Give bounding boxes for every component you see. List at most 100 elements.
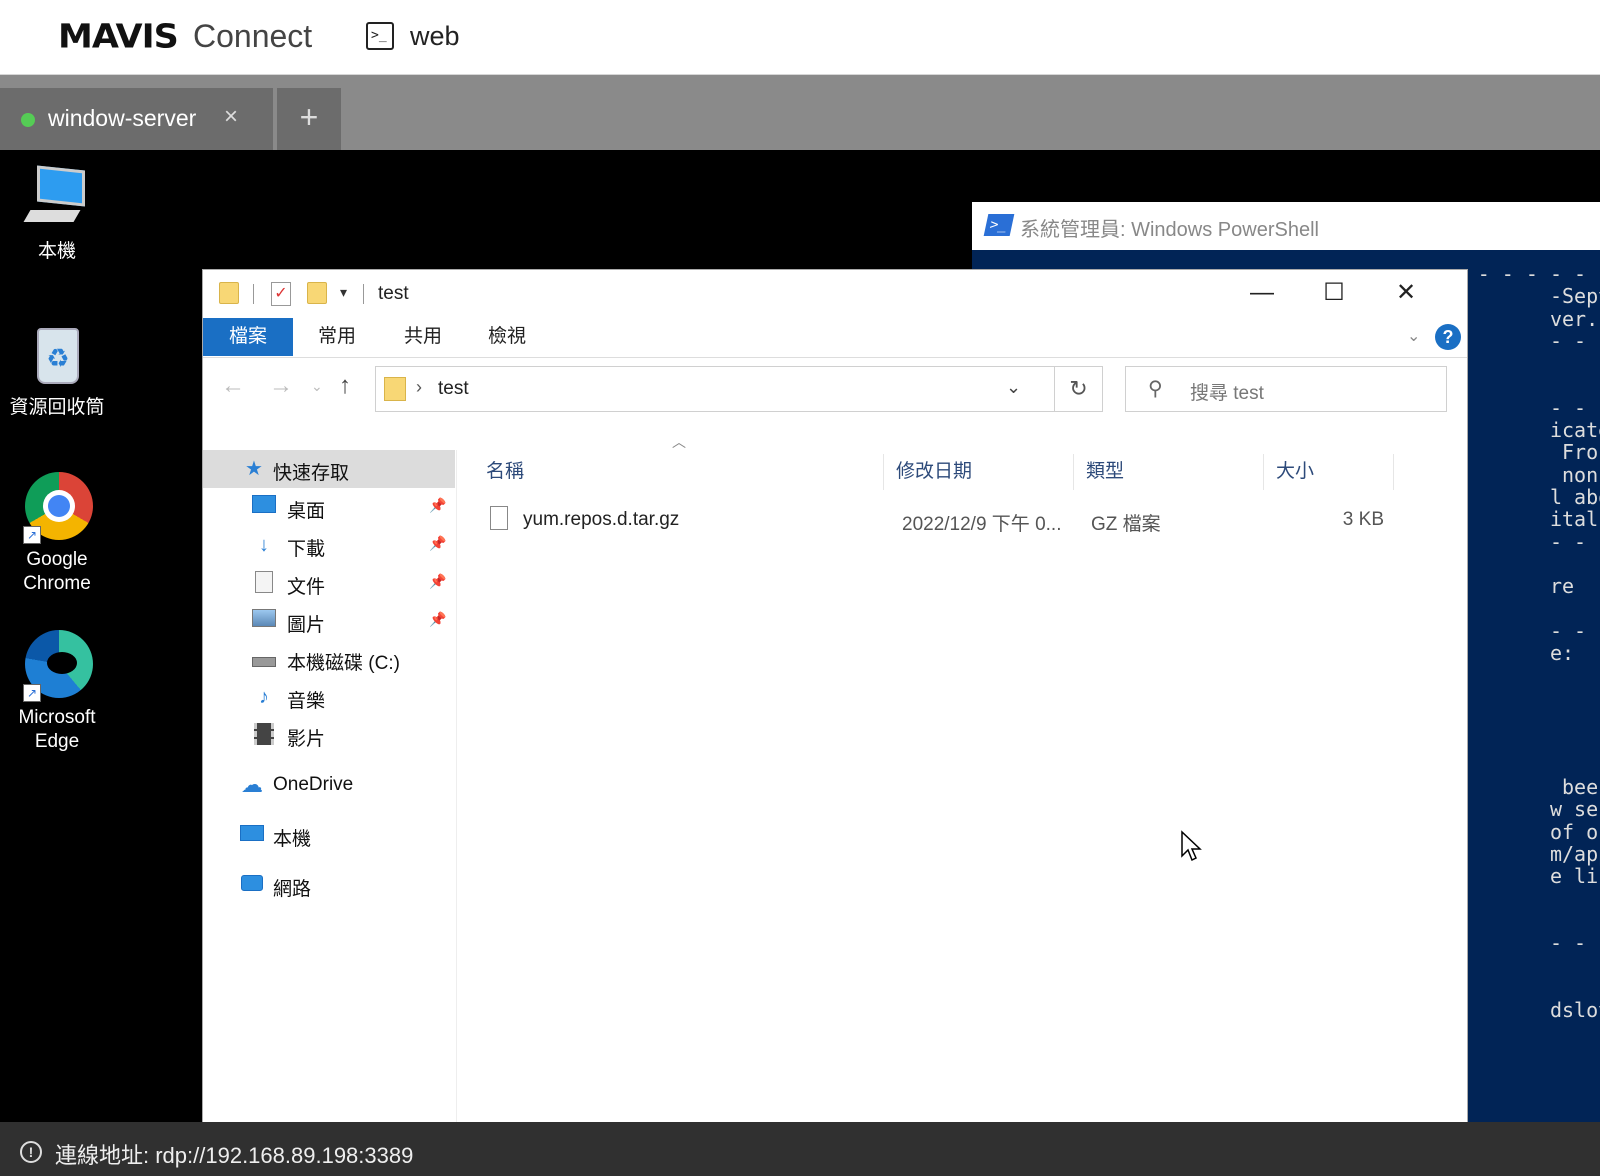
pin-icon[interactable]: 📌 [429, 611, 446, 628]
file-type: GZ 檔案 [1091, 514, 1161, 535]
nav-label: 快速存取 [273, 463, 350, 484]
nav-label: 圖片 [287, 615, 326, 636]
nav-onedrive[interactable]: ☁ OneDrive [203, 766, 455, 804]
search-box[interactable]: ⚲ 搜尋 test [1125, 366, 1447, 412]
pin-icon[interactable]: 📌 [429, 573, 446, 590]
computer-icon [239, 823, 265, 847]
file-name[interactable]: yum.repos.d.tar.gz [523, 509, 679, 531]
back-arrow-icon[interactable]: ← [221, 372, 245, 400]
file-list: ︿ 名稱 修改日期 類型 大小 yum.repos.d.tar.gz 2022/… [458, 420, 1468, 1122]
file-icon [490, 506, 508, 530]
maximize-button[interactable]: ☐ [1311, 276, 1357, 312]
column-header-size[interactable]: 大小 [1264, 454, 1394, 490]
desktop-icon-recycle-bin[interactable]: ♻ 資源回收筒 [0, 320, 114, 420]
nav-quick-access[interactable]: ★ 快速存取 [203, 450, 455, 488]
music-note-icon: ♪ [259, 686, 269, 708]
terminal-icon: >_ [366, 22, 394, 50]
nav-desktop[interactable]: 桌面 📌 [203, 488, 455, 526]
column-header-modified[interactable]: 修改日期 [884, 454, 1074, 490]
download-arrow-icon: ↓ [259, 534, 269, 556]
desktop-icon [251, 495, 277, 519]
recent-locations-icon[interactable]: ⌄ [311, 378, 323, 395]
app-root: MAVIS Connect >_ web window-server × + 本… [0, 0, 1600, 1176]
desktop-icon-label: 本機 [37, 241, 76, 262]
session-tab[interactable]: window-server × [0, 88, 273, 150]
product-name: Connect [193, 18, 313, 54]
close-window-button[interactable]: ✕ [1383, 276, 1429, 312]
mavis-logo[interactable]: MAVIS [58, 18, 179, 56]
navigation-pane: ★ 快速存取 桌面 📌 ↓ 下載 📌 文件 📌 圖片 📌 本機磁碟 (C:) ♪… [203, 450, 457, 1122]
nav-label: 音樂 [287, 691, 326, 712]
ribbon-tabs: 檔案 常用 共用 檢視 ⌄ ? [203, 318, 1467, 358]
desktop-icon-label-line1: Microsoft [18, 707, 96, 728]
refresh-button[interactable]: ↻ [1055, 366, 1103, 412]
desktop-icon-edge[interactable]: ↗ Microsoft Edge [0, 630, 114, 754]
connection-status-dot [21, 113, 35, 127]
nav-documents[interactable]: 文件 📌 [203, 564, 455, 602]
address-bar[interactable]: › test ⌄ [375, 366, 1055, 412]
document-icon [251, 571, 277, 595]
mouse-cursor-icon [1181, 830, 1202, 862]
powershell-titlebar[interactable]: >_ 系統管理員: Windows PowerShell [972, 202, 1600, 250]
tab-view[interactable]: 檢視 [471, 318, 543, 356]
file-row[interactable]: yum.repos.d.tar.gz 2022/12/9 下午 0... GZ … [458, 500, 1384, 538]
pin-icon[interactable]: 📌 [429, 535, 446, 552]
column-header-name[interactable]: 名稱 [474, 454, 884, 490]
desktop-icon-chrome[interactable]: ↗ Google Chrome [0, 472, 114, 596]
file-size: 3 KB [1342, 509, 1384, 530]
tab-home[interactable]: 常用 [301, 318, 373, 356]
desktop-icon-this-pc[interactable]: 本機 [0, 164, 114, 264]
network-icon [239, 873, 265, 897]
session-tabbar: window-server × + [0, 75, 1600, 150]
pin-icon[interactable]: 📌 [429, 497, 446, 514]
nav-local-disk[interactable]: 本機磁碟 (C:) [203, 640, 455, 678]
folder-icon [384, 377, 406, 401]
customize-toolbar-icon[interactable]: ▾ [340, 284, 347, 301]
pictures-icon [251, 609, 277, 633]
tab-share[interactable]: 共用 [387, 318, 459, 356]
nav-label: 下載 [287, 539, 326, 560]
nav-pictures[interactable]: 圖片 📌 [203, 602, 455, 640]
address-path[interactable]: test [438, 378, 469, 400]
nav-label: 本機磁碟 (C:) [287, 653, 400, 674]
session-tab-label: window-server [48, 105, 197, 131]
minimize-button[interactable]: — [1239, 276, 1285, 312]
address-dropdown-icon[interactable]: ⌄ [1006, 377, 1021, 398]
remote-desktop[interactable]: 本機 ♻ 資源回收筒 ↗ Google Chrome ↗ Microsoft E… [0, 150, 1600, 1122]
new-folder-icon[interactable] [307, 282, 327, 304]
nav-label: 本機 [273, 829, 312, 850]
connection-address: 連線地址: rdp://192.168.89.198:3389 [55, 1143, 414, 1168]
help-icon[interactable]: ? [1435, 324, 1461, 350]
nav-label: 桌面 [287, 501, 326, 522]
edge-icon: ↗ [21, 630, 93, 702]
computer-icon [21, 164, 93, 236]
nav-this-pc[interactable]: 本機 [203, 816, 455, 854]
nav-videos[interactable]: 影片 [203, 716, 455, 754]
add-tab-button[interactable]: + [277, 88, 341, 150]
file-explorer-window[interactable]: ✓ ▾ test — ☐ ✕ 檔案 常用 共用 檢視 ⌄ ? ← → ⌄ ↑ ›… [202, 269, 1468, 1122]
desktop-icon-label: 資源回收筒 [9, 397, 105, 418]
folder-icon [219, 282, 239, 304]
connection-status-bar: ! 連線地址: rdp://192.168.89.198:3389 [0, 1122, 1600, 1176]
chrome-icon: ↗ [21, 472, 93, 544]
nav-network[interactable]: 網路 [203, 866, 455, 904]
nav-music[interactable]: ♪ 音樂 [203, 678, 455, 716]
close-tab-icon[interactable]: × [224, 103, 238, 131]
navigation-bar: ← → ⌄ ↑ › test ⌄ ↻ ⚲ 搜尋 test [203, 358, 1467, 420]
forward-arrow-icon[interactable]: → [269, 372, 293, 400]
up-arrow-icon[interactable]: ↑ [339, 372, 351, 400]
search-input[interactable]: 搜尋 test [1190, 378, 1264, 405]
desktop-icon-label-line2: Chrome [23, 573, 91, 594]
mode-label[interactable]: web [410, 21, 460, 52]
breadcrumb-chevron-icon[interactable]: › [416, 377, 422, 398]
star-icon: ★ [245, 458, 263, 480]
search-icon: ⚲ [1148, 378, 1163, 400]
window-title: test [378, 283, 409, 304]
toolbar-separator [363, 284, 364, 304]
expand-ribbon-icon[interactable]: ⌄ [1407, 326, 1420, 346]
recycle-bin-icon: ♻ [21, 320, 93, 392]
nav-downloads[interactable]: ↓ 下載 📌 [203, 526, 455, 564]
column-header-type[interactable]: 類型 [1074, 454, 1264, 490]
properties-icon[interactable]: ✓ [271, 282, 291, 306]
tab-file[interactable]: 檔案 [203, 318, 293, 356]
